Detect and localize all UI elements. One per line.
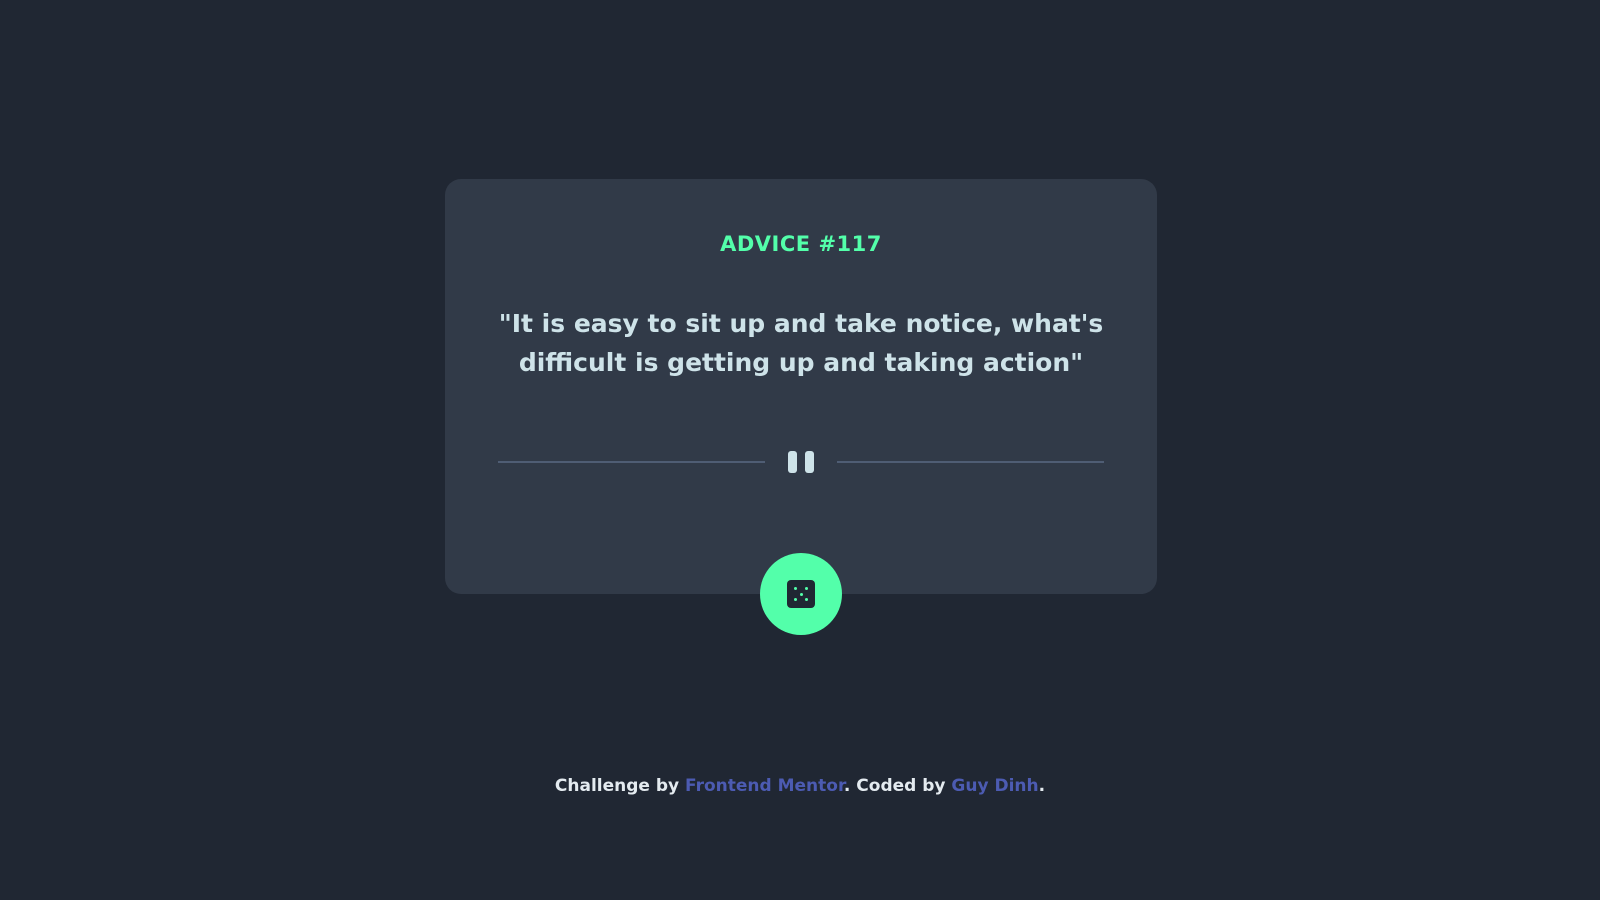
- author-link[interactable]: Guy Dinh: [951, 776, 1038, 796]
- advice-text: "It is easy to sit up and take notice, w…: [498, 309, 1104, 377]
- frontend-mentor-link[interactable]: Frontend Mentor: [685, 776, 844, 796]
- pause-icon: [786, 451, 816, 473]
- attribution-footer: Challenge by Frontend Mentor. Coded by G…: [0, 776, 1600, 796]
- advice-card: ADVICE #117 "It is easy to sit up and ta…: [445, 179, 1157, 594]
- divider-line-right: [837, 461, 1104, 463]
- footer-prefix: Challenge by: [554, 776, 686, 796]
- new-advice-button[interactable]: [760, 553, 842, 635]
- advice-id: ADVICE #117: [720, 232, 882, 256]
- divider-line-left: [498, 461, 765, 463]
- divider: [498, 450, 1104, 474]
- footer-suffix: .: [1038, 776, 1046, 796]
- footer-middle: . Coded by: [843, 776, 952, 796]
- dice-icon: [787, 580, 815, 608]
